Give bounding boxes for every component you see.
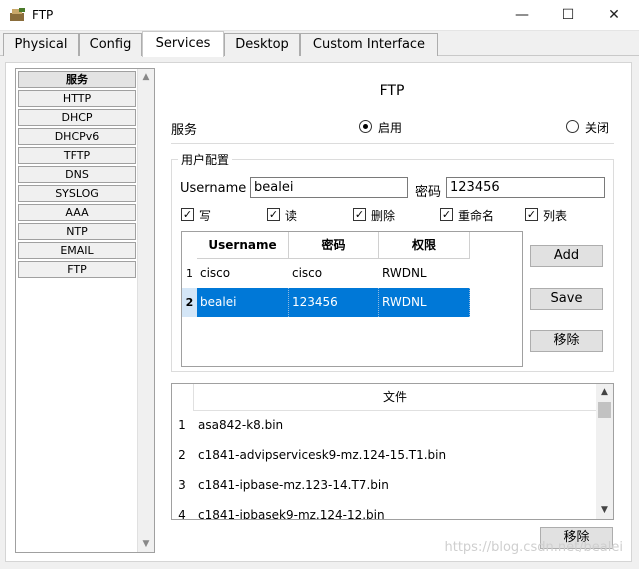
password-input[interactable]: 123456 [446,177,605,198]
tab-config[interactable]: Config [79,33,142,56]
add-button[interactable]: Add [530,245,603,267]
tab-physical[interactable]: Physical [3,33,79,56]
file-scroll-thumb[interactable] [598,402,611,418]
main-area: 服务 HTTP DHCP DHCPv6 TFTP DNS SYSLOG AAA NTP EMAIL… [0,56,639,569]
service-list: 服务 HTTP DHCP DHCPv6 TFTP DNS SYSLOG AAA NTP EMAIL… [15,68,155,553]
service-off-label: 关闭 [585,121,610,135]
watermark: https://blog.csdn.net/bealei [444,540,624,555]
file-name[interactable]: c1841-ipbase-mz.123-14.T7.bin [198,478,389,492]
file-scroll-down-icon[interactable]: ▼ [596,502,613,519]
service-on-label: 启用 [378,121,403,135]
file-row-number[interactable]: 3 [172,478,192,492]
user-row-number[interactable]: 1 [182,259,197,288]
user-config-title: 用户配置 [178,151,233,168]
service-item[interactable]: DHCPv6 [18,128,136,145]
maximize-button[interactable]: ☐ [545,0,591,31]
service-item[interactable]: EMAIL [18,242,136,259]
user-table-header-password[interactable]: 密码 [289,232,379,259]
user-cell-password[interactable]: cisco [289,259,379,288]
file-table-scrollbar[interactable]: ▲ ▼ [596,384,613,519]
username-label: Username [180,181,247,196]
packet-tracer-app-icon [10,8,25,21]
remove-user-button[interactable]: 移除 [530,330,603,352]
permission-label: 列表 [543,209,568,223]
service-item[interactable]: DNS [18,166,136,183]
service-item[interactable]: TFTP [18,147,136,164]
file-name[interactable]: c1841-ipbasek9-mz.124-12.bin [198,508,385,519]
permission-checkbox[interactable]: ✓ [353,208,366,221]
minimize-button[interactable]: — [499,0,545,31]
service-item[interactable]: 服务 [18,71,136,88]
permission-checkbox[interactable]: ✓ [440,208,453,221]
user-cell-password[interactable]: 123456 [289,288,379,317]
file-scroll-up-icon[interactable]: ▲ [596,384,613,401]
permission-label: 写 [199,209,212,223]
permission-label: 读 [285,209,298,223]
window-title: FTP [32,8,54,22]
permission-checkbox[interactable]: ✓ [525,208,538,221]
service-list-items: 服务 HTTP DHCP DHCPv6 TFTP DNS SYSLOG AAA NTP EMAIL… [17,70,137,280]
user-row-number[interactable]: 2 [182,288,197,317]
divider [171,143,614,144]
user-cell-perm[interactable]: RWDNL [379,259,470,288]
tab-bar: Physical Config Services Desktop Custom … [0,31,639,57]
user-table-header-permission[interactable]: 权限 [379,232,470,259]
file-name[interactable]: asa842-k8.bin [198,418,283,432]
tab-services[interactable]: Services [142,31,224,57]
service-item[interactable]: FTP [18,261,136,278]
ftp-heading: FTP [379,83,405,99]
file-name[interactable]: c1841-advipservicesk9-mz.124-15.T1.bin [198,448,446,462]
service-list-scrollbar[interactable]: ▲ ▼ [137,69,154,552]
file-row-number[interactable]: 2 [172,448,192,462]
service-item[interactable]: AAA [18,204,136,221]
user-cell-username[interactable]: bealei [197,288,289,317]
close-button[interactable]: ✕ [591,0,637,31]
password-label: 密码 [415,185,442,200]
user-table: Username 密码 权限 1 cisco cisco RWDNL 2 bealei 12… [181,231,523,367]
permission-checkbox[interactable]: ✓ [181,208,194,221]
tab-desktop[interactable]: Desktop [224,33,300,56]
service-item[interactable]: NTP [18,223,136,240]
scroll-down-icon[interactable]: ▼ [138,536,154,552]
save-button[interactable]: Save [530,288,603,310]
permission-checkbox[interactable]: ✓ [267,208,280,221]
scroll-up-icon[interactable]: ▲ [138,69,154,85]
file-row-number[interactable]: 4 [172,508,192,519]
service-item[interactable]: SYSLOG [18,185,136,202]
services-panel: 服务 HTTP DHCP DHCPv6 TFTP DNS SYSLOG AAA NTP EMAIL… [5,62,632,562]
user-cell-username[interactable]: cisco [197,259,289,288]
user-cell-perm[interactable]: RWDNL [379,288,470,317]
service-item[interactable]: DHCP [18,109,136,126]
service-off-radio[interactable] [566,120,579,133]
service-on-radio[interactable] [359,120,372,133]
title-bar: FTP — ☐ ✕ [0,0,639,31]
user-table-header-username[interactable]: Username [197,232,289,259]
service-item[interactable]: HTTP [18,90,136,107]
permission-label: 删除 [371,209,396,223]
username-input[interactable]: bealei [250,177,408,198]
permission-label: 重命名 [458,209,495,223]
tab-custom-interface[interactable]: Custom Interface [300,33,438,56]
file-table-header[interactable]: 文件 [193,384,596,411]
file-table: 文件 1 asa842-k8.bin 2 c1841-advipservicesk9-… [171,383,614,520]
service-label: 服务 [171,123,198,138]
file-row-number[interactable]: 1 [172,418,192,432]
